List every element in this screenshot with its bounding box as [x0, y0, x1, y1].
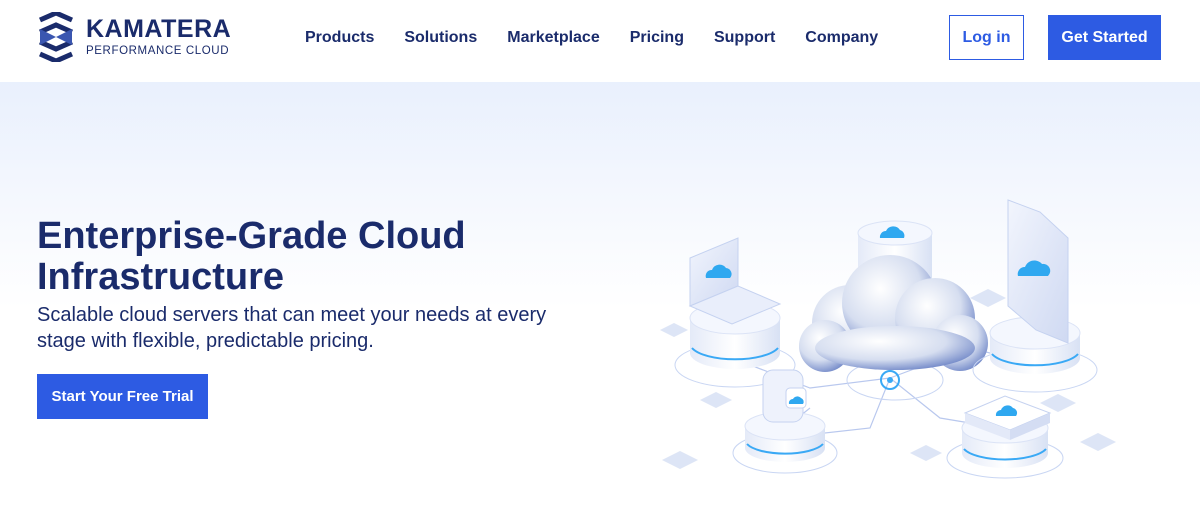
main-nav: Products Solutions Marketplace Pricing S… — [305, 28, 908, 48]
nav-item-solutions[interactable]: Solutions — [404, 28, 477, 48]
nav-item-support[interactable]: Support — [714, 28, 775, 48]
hero-title: Enterprise-Grade Cloud Infrastructure — [37, 215, 466, 298]
free-trial-button[interactable]: Start Your Free Trial — [37, 374, 208, 419]
storage-node — [946, 395, 1064, 479]
nav-item-pricing[interactable]: Pricing — [630, 28, 684, 48]
site-header: KAMATERA PERFORMANCE CLOUD Products Solu… — [0, 0, 1200, 82]
nav-item-marketplace[interactable]: Marketplace — [507, 28, 600, 48]
brand-tagline: PERFORMANCE CLOUD — [86, 45, 230, 57]
central-cloud — [799, 255, 988, 401]
brand-logo[interactable]: KAMATERA PERFORMANCE CLOUD — [36, 12, 231, 62]
get-started-button[interactable]: Get Started — [1048, 15, 1161, 60]
nav-item-company[interactable]: Company — [805, 28, 878, 48]
laptop-node — [674, 237, 796, 388]
smartwatch-node — [732, 369, 838, 474]
login-button[interactable]: Log in — [949, 15, 1024, 60]
hero-subtitle: Scalable cloud servers that can meet you… — [37, 304, 547, 352]
brand-name: KAMATERA — [86, 15, 232, 43]
cloud-infrastructure-illustration — [660, 199, 1116, 479]
kamatera-logo-icon — [38, 12, 74, 62]
nav-item-products[interactable]: Products — [305, 28, 374, 48]
brand-text: KAMATERA PERFORMANCE CLOUD — [86, 16, 231, 58]
